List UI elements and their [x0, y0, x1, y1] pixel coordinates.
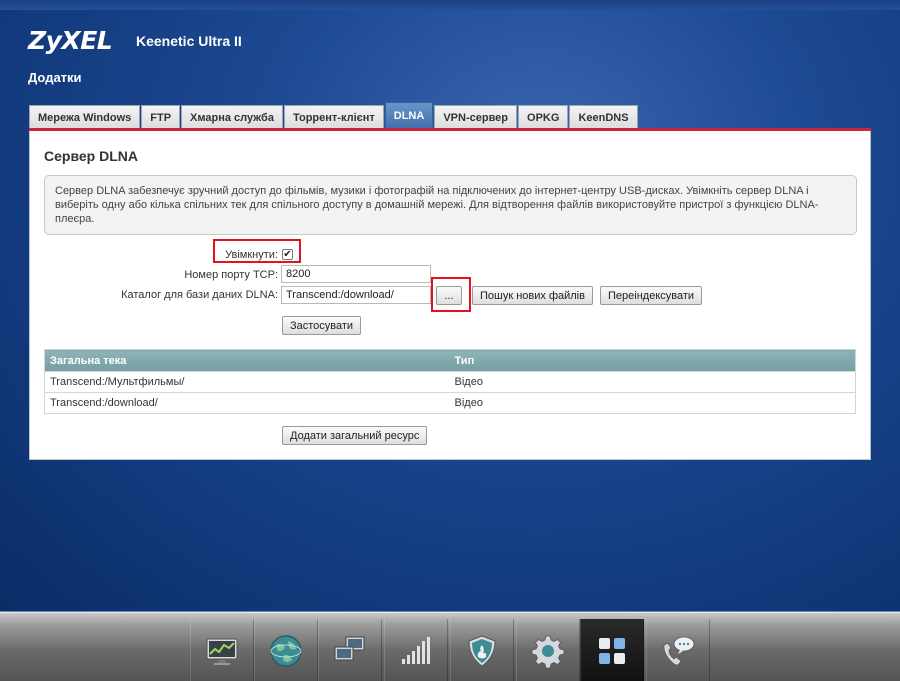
column-header-type: Тип: [449, 349, 856, 372]
tab-dlna[interactable]: DLNA: [384, 102, 434, 129]
share-type: Відео: [449, 392, 856, 414]
db-path-input[interactable]: [281, 286, 431, 304]
brand-logo: ZyXEL: [28, 26, 113, 55]
dock-item-telephony[interactable]: [646, 619, 710, 681]
tab-windows-network[interactable]: Мережа Windows: [29, 105, 141, 129]
dlna-panel: Сервер DLNA Сервер DLNA забезпечує зручн…: [29, 131, 871, 460]
monitor-chart-icon: [206, 638, 238, 665]
tab-cloud-service[interactable]: Хмарна служба: [181, 105, 283, 129]
tab-bar: Мережа Windows FTP Хмарна служба Торрент…: [29, 102, 639, 129]
dock-item-wifi[interactable]: [384, 619, 448, 681]
browse-button[interactable]: ...: [436, 286, 462, 305]
tab-keendns[interactable]: KeenDNS: [569, 105, 638, 129]
network-computers-icon: [334, 636, 365, 664]
panel-title: Сервер DLNA: [44, 148, 138, 164]
dock-item-internet[interactable]: [254, 619, 318, 681]
apply-button[interactable]: Застосувати: [282, 316, 362, 335]
bottom-dock: [0, 612, 900, 681]
gear-icon: [531, 635, 565, 668]
apps-grid-icon: [599, 637, 625, 664]
shares-table: Загальна тека Тип Transcend:/Мультфильмы…: [44, 349, 856, 414]
page-title: Додатки: [28, 70, 82, 85]
table-row[interactable]: Transcend:/Мультфильмы/ Відео: [44, 371, 856, 393]
dock-item-apps[interactable]: [580, 619, 644, 681]
tab-ftp[interactable]: FTP: [141, 105, 181, 129]
reindex-button[interactable]: Переіндексувати: [600, 286, 703, 305]
model-name: Keenetic Ultra II: [136, 33, 242, 49]
enable-checkbox[interactable]: ✔: [282, 249, 293, 260]
enable-label: Увімкнути:: [225, 249, 278, 261]
port-label: Номер порту TCP:: [184, 269, 278, 281]
phone-chat-icon: [663, 636, 695, 665]
column-header-folder: Загальна тека: [44, 349, 450, 372]
dock-item-system[interactable]: [516, 619, 580, 681]
db-label: Каталог для бази даних DLNA:: [121, 289, 278, 301]
dock-item-security[interactable]: [450, 619, 514, 681]
share-folder: Transcend:/Мультфильмы/: [44, 371, 450, 393]
add-share-button[interactable]: Додати загальний ресурс: [282, 426, 428, 445]
globe-icon: [270, 634, 302, 667]
port-input[interactable]: [281, 265, 431, 283]
tab-vpn-server[interactable]: VPN-сервер: [434, 105, 518, 129]
dock-item-home-network[interactable]: [318, 619, 382, 681]
shield-icon: [468, 634, 496, 667]
signal-bars-icon: [402, 636, 430, 664]
tab-opkg[interactable]: OPKG: [518, 105, 569, 129]
dock-item-monitor[interactable]: [190, 619, 254, 681]
tab-torrent-client[interactable]: Торрент-клієнт: [283, 105, 384, 129]
table-row[interactable]: Transcend:/download/ Відео: [44, 392, 856, 414]
share-type: Відео: [449, 371, 856, 393]
share-folder: Transcend:/download/: [44, 392, 450, 414]
info-box: Сервер DLNA забезпечує зручний доступ до…: [44, 175, 857, 235]
scan-new-files-button[interactable]: Пошук нових файлів: [472, 286, 593, 305]
top-strip: [0, 0, 900, 10]
